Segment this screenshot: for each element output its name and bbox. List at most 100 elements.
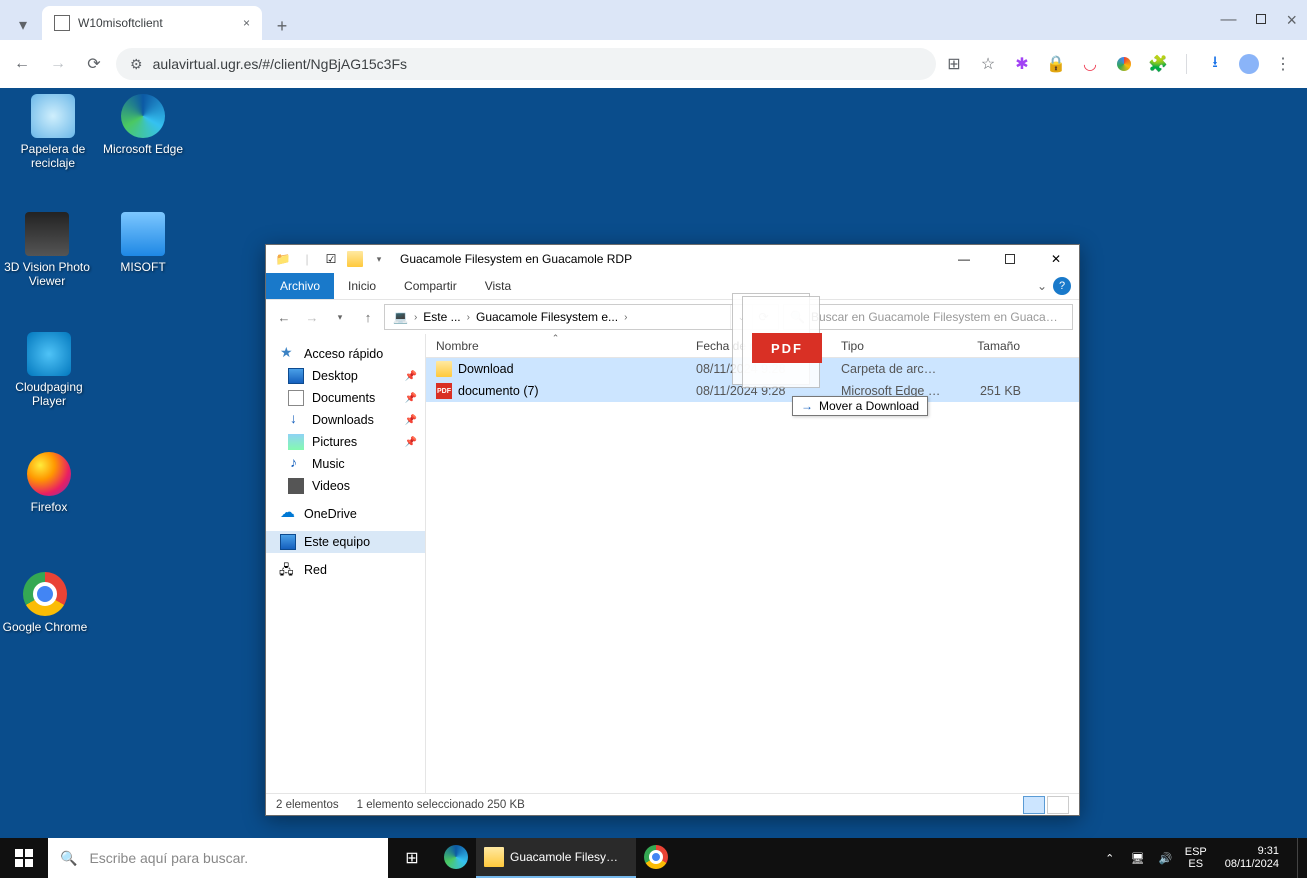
explorer-icon (484, 847, 504, 867)
profile-avatar-icon[interactable] (1239, 54, 1259, 74)
chrome-icon (23, 572, 67, 616)
tab-favicon-icon (54, 15, 70, 31)
nav-back-button[interactable]: ← (8, 50, 36, 78)
address-bar: ← → ⟳ ⚙ aulavirtual.ugr.es/#/client/NgBj… (0, 40, 1307, 88)
sidebar-quick-access[interactable]: Acceso rápido (266, 343, 425, 365)
file-row-folder[interactable]: Download 08/11/2024 9:28 Carpeta de arch… (426, 358, 1079, 380)
help-icon[interactable]: ? (1053, 277, 1071, 295)
column-header-date[interactable]: Fecha de modificación (686, 334, 831, 357)
explorer-back-button[interactable]: ← (272, 305, 296, 329)
column-header-name[interactable]: Nombre⌃ (426, 334, 686, 357)
explorer-up-button[interactable]: ↑ (356, 305, 380, 329)
view-large-icons-button[interactable] (1047, 796, 1069, 814)
taskbar-app-edge[interactable] (436, 838, 476, 878)
downloads-icon[interactable]: ⭳ (1205, 54, 1225, 74)
tray-expand-icon[interactable]: ⌃ (1101, 852, 1119, 865)
explorer-search-input[interactable]: 🔍 Buscar en Guacamole Filesystem en Guac… (783, 304, 1073, 330)
browser-tab[interactable]: W10misoftclient × (42, 6, 262, 40)
tray-volume-icon[interactable]: 🔊 (1157, 852, 1175, 865)
desktop-icon-3dvision[interactable]: 3D Vision Photo Viewer (4, 212, 90, 289)
chevron-right-icon[interactable]: › (624, 312, 627, 323)
breadcrumb-seg-1[interactable]: Este ... (419, 310, 464, 324)
breadcrumb-seg-2[interactable]: Guacamole Filesystem e... (472, 310, 622, 324)
desktop-icon-firefox[interactable]: Firefox (6, 452, 92, 514)
sidebar-this-pc[interactable]: Este equipo (266, 531, 425, 553)
explorer-sidebar: Acceso rápido Desktop📌 Documents📌 Downlo… (266, 334, 426, 793)
tab-title: W10misoftclient (78, 16, 163, 30)
pocket-icon[interactable]: ◡ (1080, 54, 1100, 74)
sidebar-desktop[interactable]: Desktop📌 (266, 365, 425, 387)
view-details-button[interactable] (1023, 796, 1045, 814)
window-close-button[interactable]: × (1286, 10, 1297, 31)
install-app-icon[interactable]: ⊞ (944, 54, 964, 74)
bookmark-star-icon[interactable]: ☆ (978, 54, 998, 74)
new-tab-button[interactable]: + (268, 12, 296, 40)
tab-search-dropdown[interactable]: ▾ (8, 10, 38, 40)
explorer-forward-button[interactable]: → (300, 305, 324, 329)
qat-dropdown-icon[interactable]: ▾ (368, 248, 390, 270)
desktop-icon-misoft[interactable]: MISOFT (100, 212, 186, 274)
explorer-minimize-button[interactable]: — (941, 245, 987, 273)
window-maximize-button[interactable] (1256, 11, 1266, 29)
breadcrumb-refresh-button[interactable]: ⟳ (752, 305, 774, 329)
breadcrumb-root-icon[interactable]: 💻 (389, 310, 412, 324)
file-row-pdf[interactable]: PDFdocumento (7) 08/11/2024 9:28 Microso… (426, 380, 1079, 402)
sidebar-documents[interactable]: Documents📌 (266, 387, 425, 409)
chrome-icon (644, 845, 668, 869)
taskbar-app-chrome[interactable] (636, 838, 676, 878)
taskbar-app-explorer[interactable]: Guacamole Filesyst... (476, 838, 636, 878)
explorer-titlebar[interactable]: 📁 | ☑ ▾ Guacamole Filesystem en Guacamol… (266, 245, 1079, 273)
explorer-maximize-button[interactable] (987, 245, 1033, 273)
sidebar-onedrive[interactable]: OneDrive (266, 503, 425, 525)
column-header-type[interactable]: Tipo (831, 334, 951, 357)
extensions-puzzle-icon[interactable]: ✱ (1012, 54, 1032, 74)
desktop-icon-edge[interactable]: Microsoft Edge (100, 94, 186, 156)
ribbon-tab-compartir[interactable]: Compartir (390, 273, 471, 299)
site-settings-icon[interactable]: ⚙ (130, 56, 143, 73)
ribbon-tab-archivo[interactable]: Archivo (266, 273, 334, 299)
explorer-close-button[interactable]: ✕ (1033, 245, 1079, 273)
tab-close-icon[interactable]: × (243, 16, 250, 30)
qat-properties-icon[interactable]: ☑ (320, 248, 342, 270)
sort-ascending-icon: ⌃ (552, 333, 560, 344)
window-minimize-button[interactable]: — (1220, 11, 1236, 29)
chevron-right-icon[interactable]: › (414, 312, 417, 323)
extensions-icon[interactable]: 🧩 (1148, 54, 1168, 74)
edge-icon (444, 845, 468, 869)
sidebar-pictures[interactable]: Pictures📌 (266, 431, 425, 453)
nav-reload-button[interactable]: ⟳ (80, 50, 108, 78)
extension-circle-icon[interactable] (1114, 54, 1134, 74)
browser-menu-icon[interactable]: ⋮ (1273, 54, 1293, 74)
sidebar-downloads[interactable]: Downloads📌 (266, 409, 425, 431)
language-indicator[interactable]: ESP ES (1185, 846, 1207, 870)
desktop-icon-recycle-bin[interactable]: Papelera de reciclaje (10, 94, 96, 171)
taskbar-search-input[interactable]: 🔍 Escribe aquí para buscar. (48, 838, 388, 878)
toolbar-divider (1186, 54, 1187, 74)
start-button[interactable] (0, 838, 48, 878)
qat-folder-icon[interactable] (344, 248, 366, 270)
ribbon-expand-icon[interactable]: ⌄ (1037, 279, 1047, 293)
breadcrumb-dropdown-button[interactable]: ⌄ (730, 305, 752, 329)
show-desktop-button[interactable] (1297, 838, 1303, 878)
taskbar-clock[interactable]: 9:31 08/11/2024 (1217, 845, 1287, 871)
desktop-icon-cloudpaging[interactable]: Cloudpaging Player (6, 332, 92, 409)
ribbon-tab-inicio[interactable]: Inicio (334, 273, 390, 299)
remote-desktop: Papelera de reciclaje Microsoft Edge 3D … (0, 88, 1307, 838)
omnibox[interactable]: ⚙ aulavirtual.ugr.es/#/client/NgBjAG15c3… (116, 48, 936, 80)
explorer-history-dropdown[interactable]: ▾ (328, 305, 352, 329)
onedrive-icon (280, 506, 296, 522)
sidebar-music[interactable]: Music (266, 453, 425, 475)
ribbon-tab-vista[interactable]: Vista (471, 273, 525, 299)
task-view-button[interactable]: ⊞ (388, 838, 436, 878)
column-header-size[interactable]: Tamaño (951, 334, 1031, 357)
search-placeholder: Escribe aquí para buscar. (89, 850, 248, 866)
extension-lock-icon[interactable]: 🔒 (1046, 54, 1066, 74)
chevron-right-icon[interactable]: › (467, 312, 470, 323)
sidebar-videos[interactable]: Videos (266, 475, 425, 497)
tray-display-icon[interactable]: 🖥 (1129, 852, 1147, 865)
sidebar-network[interactable]: Red (266, 559, 425, 581)
desktop-icon-chrome[interactable]: Google Chrome (2, 572, 88, 634)
nav-forward-button[interactable]: → (44, 50, 72, 78)
breadcrumb[interactable]: 💻 › Este ... › Guacamole Filesystem e...… (384, 304, 779, 330)
misoft-icon (121, 212, 165, 256)
